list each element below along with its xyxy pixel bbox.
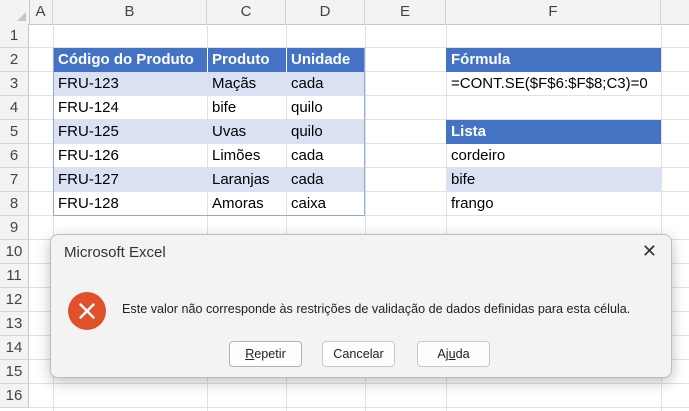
formula-header[interactable]: Fórmula	[446, 48, 510, 72]
cell-c3[interactable]: Maçãs	[207, 72, 256, 96]
row-header-4[interactable]: 4	[0, 96, 29, 120]
list-item-f6[interactable]: cordeiro	[446, 144, 505, 168]
column-header-f[interactable]: F	[446, 0, 661, 24]
cell-d3[interactable]: cada	[286, 72, 324, 96]
row-header-10[interactable]: 10	[0, 240, 29, 264]
list-header[interactable]: Lista	[446, 120, 486, 144]
cell-b6[interactable]: FRU-126	[53, 144, 119, 168]
cell-d4[interactable]: quilo	[286, 96, 323, 120]
row-header-9[interactable]: 9	[0, 216, 29, 240]
column-header-e[interactable]: E	[365, 0, 446, 24]
cell-c4[interactable]: bife	[207, 96, 236, 120]
row-header-2[interactable]: 2	[0, 48, 29, 72]
row-header-15[interactable]: 15	[0, 360, 29, 384]
help-button[interactable]: Ajuda	[417, 341, 490, 367]
list-band-row-7	[446, 168, 661, 192]
row-header-7[interactable]: 7	[0, 168, 29, 192]
column-header-a[interactable]: A	[29, 0, 53, 24]
select-all-corner[interactable]	[0, 0, 30, 24]
row-header-12[interactable]: 12	[0, 288, 29, 312]
help-label-accesskey: u	[448, 347, 456, 361]
retry-button[interactable]: Repetir	[229, 341, 302, 367]
cell-b8[interactable]: FRU-128	[53, 192, 119, 216]
row-header-13[interactable]: 13	[0, 312, 29, 336]
cell-c7[interactable]: Laranjas	[207, 168, 270, 192]
cell-b5[interactable]: FRU-125	[53, 120, 119, 144]
cell-d8[interactable]: caixa	[286, 192, 326, 216]
help-label-pre: Aj	[437, 347, 449, 361]
formula-cell[interactable]: =CONT.SE($F$6:$F$8;C3)=0	[446, 72, 648, 96]
help-label-post: da	[455, 347, 470, 361]
validation-error-dialog: Microsoft Excel ✕ Este valor não corresp…	[50, 234, 672, 378]
retry-label-post: epetir	[254, 347, 286, 361]
cell-c6[interactable]: Limões	[207, 144, 260, 168]
row-header-14[interactable]: 14	[0, 336, 29, 360]
cell-d6[interactable]: cada	[286, 144, 324, 168]
cell-c8[interactable]: Amoras	[207, 192, 264, 216]
list-item-f8[interactable]: frango	[446, 192, 494, 216]
cell-c5[interactable]: Uvas	[207, 120, 246, 144]
cell-b3[interactable]: FRU-123	[53, 72, 119, 96]
cancel-button[interactable]: Cancelar	[322, 341, 395, 367]
error-circle-icon	[68, 292, 106, 330]
select-all-triangle-icon	[17, 12, 26, 21]
cell-b4[interactable]: FRU-124	[53, 96, 119, 120]
row-header-1[interactable]: 1	[0, 24, 29, 48]
row-header-11[interactable]: 11	[0, 264, 29, 288]
cell-d7[interactable]: cada	[286, 168, 324, 192]
row-header-5[interactable]: 5	[0, 120, 29, 144]
retry-label-accesskey: R	[245, 347, 255, 361]
row-header-6[interactable]: 6	[0, 144, 29, 168]
column-header-c[interactable]: C	[207, 0, 286, 24]
column-header-d[interactable]: D	[286, 0, 365, 24]
list-item-f7[interactable]: bife	[446, 168, 475, 192]
dialog-title: Microsoft Excel	[64, 244, 166, 261]
table-header-produto[interactable]: Produto	[207, 48, 286, 72]
cell-d5[interactable]: quilo	[286, 120, 323, 144]
cell-b7[interactable]: FRU-127	[53, 168, 119, 192]
row-header-8[interactable]: 8	[0, 192, 29, 216]
row-header-3[interactable]: 3	[0, 72, 29, 96]
dialog-message: Este valor não corresponde às restrições…	[122, 302, 631, 316]
close-icon[interactable]: ✕	[642, 241, 657, 262]
table-header-codigo[interactable]: Código do Produto	[53, 48, 207, 72]
row-header-16[interactable]: 16	[0, 384, 29, 408]
table-header-unidade[interactable]: Unidade	[286, 48, 365, 72]
column-header-b[interactable]: B	[53, 0, 207, 24]
